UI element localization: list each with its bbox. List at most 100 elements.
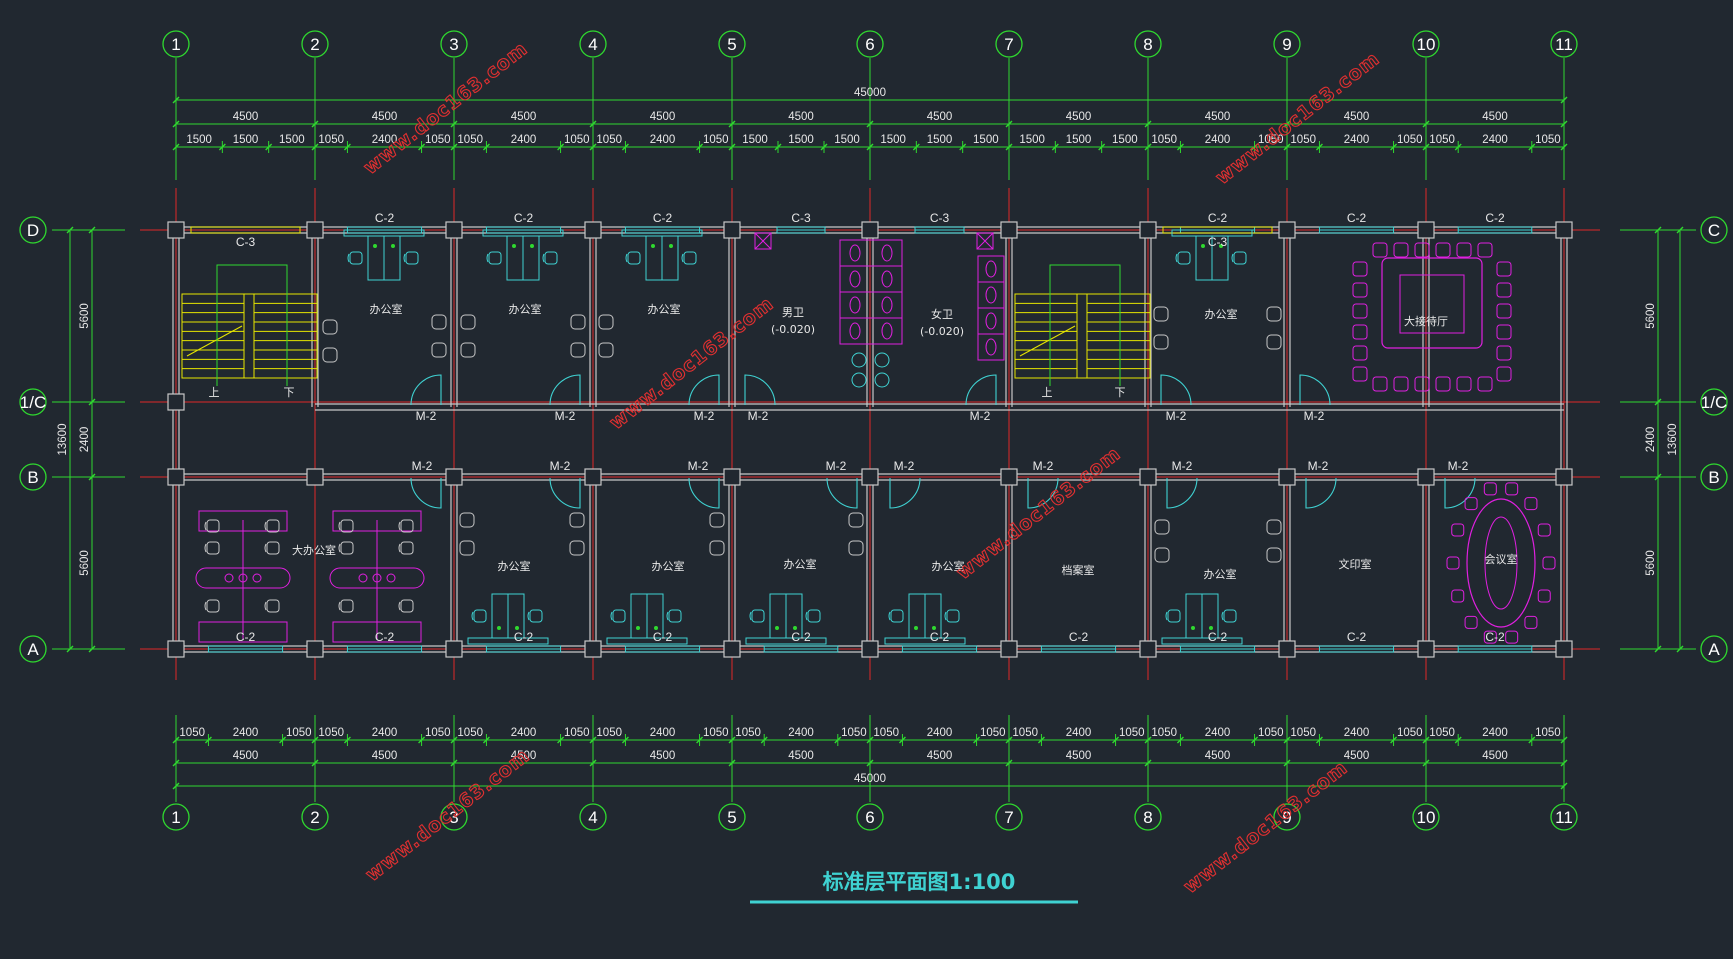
meeting-chair-12 <box>1524 497 1538 511</box>
dim-top-detail-label-15: 1500 <box>880 134 906 146</box>
furn-office-4-chair-l <box>1177 251 1191 265</box>
dim-top-detail-label-27: 1050 <box>1429 134 1455 146</box>
furn-office-7-cabinet <box>745 637 827 645</box>
meeting-chair-0 <box>1542 556 1556 570</box>
furn-office-5-chair-l <box>473 609 487 623</box>
drawing-title: 标准层平面图1:100 <box>750 870 1078 904</box>
dim-bottom-detail-label-23: 1050 <box>1258 727 1284 739</box>
door-n-4-label: M-2 <box>748 409 769 423</box>
wc-toilet-f-2 <box>985 312 997 330</box>
dim-bottom-detail-label-5: 1050 <box>425 727 451 739</box>
dim-bottom-detail-label-17: 1050 <box>980 727 1006 739</box>
window-south-2-label: C-2 <box>514 630 534 644</box>
furn-office-2-chair-l-arm <box>486 253 489 263</box>
room-archive: 档案室 <box>1062 563 1095 577</box>
meeting-chair-9 <box>1464 497 1478 511</box>
door-s-9 <box>1444 477 1476 509</box>
sofa-o1-b <box>322 347 338 363</box>
dim-top-bays-label-7: 4500 <box>1205 111 1231 123</box>
furn-office-4-chair-r-arm <box>1231 253 1234 263</box>
column-0-0 <box>167 221 185 239</box>
axis-bubble-right-0-label: C <box>1708 221 1720 240</box>
furn-office-2-plant-r <box>530 244 534 248</box>
dim-top-detail-label-18: 1500 <box>1019 134 1045 146</box>
dim-bottom-bays-label-7: 4500 <box>1205 750 1231 762</box>
meeting-chair-6 <box>1451 589 1465 603</box>
grid-lines <box>140 188 1600 680</box>
meeting-chair-5 <box>1464 615 1478 629</box>
furn-office-8-cabinet <box>884 637 966 645</box>
axis-bubble-bottom-7-label: 7 <box>1004 808 1013 827</box>
dim-bottom-detail-label-25: 2400 <box>1344 727 1370 739</box>
reception-chair-w-1 <box>1352 282 1368 298</box>
sofa-s3-a <box>1154 519 1170 535</box>
axis-bubbles: 11223344556677889910101111D C1/C 1/CB BA A <box>19 30 1728 831</box>
dim-bottom-detail-label-9: 1050 <box>596 727 622 739</box>
sofa-o3-b <box>598 342 614 358</box>
dim-right-total-label-0: 13600 <box>1667 424 1679 456</box>
wc-shaft-x-1 <box>976 232 994 250</box>
dim-top-detail-label-10: 2400 <box>650 134 676 146</box>
oo-r-chair-3 <box>400 599 414 613</box>
stair-west-path-arrow <box>216 264 288 386</box>
wc-stall-m-3 <box>839 317 903 345</box>
dim-top-detail-label-11: 1050 <box>703 134 729 146</box>
furn-office-9-chair-r-arm <box>1221 611 1224 621</box>
column-9-2 <box>1417 468 1435 486</box>
column-8-2 <box>1278 468 1296 486</box>
furn-office-3-chair-l-arm <box>625 253 628 263</box>
drawing-title-text: 标准层平面图1:100 <box>823 870 1016 894</box>
sofa-o2b-a <box>570 314 586 330</box>
axis-bubble-top-10-label: 10 <box>1417 35 1436 54</box>
dim-bottom-bays-label-6: 4500 <box>1066 750 1092 762</box>
wc-stall-m-0 <box>839 239 903 267</box>
column-6-1 <box>1000 640 1018 658</box>
wc-toilet-m-b-2 <box>881 296 893 314</box>
furn-office-9-chair-r <box>1223 609 1237 623</box>
window-south-9-label: C-2 <box>1485 630 1505 644</box>
dim-bottom-detail-label-24: 1050 <box>1290 727 1316 739</box>
wc-shaft-x-0 <box>754 232 772 250</box>
room-men-wc-elevation: (-0.020) <box>771 323 815 336</box>
furn-office-7-chair-l <box>751 609 765 623</box>
watermark-4: www.doc163.com <box>362 744 534 885</box>
doors <box>410 374 1476 509</box>
axis-bubble-top-9-label: 9 <box>1282 35 1291 54</box>
furn-office-2-chair-r-arm <box>542 253 545 263</box>
axis-bubble-top-2-label: 2 <box>310 35 319 54</box>
furn-office-6-chair-l <box>612 609 626 623</box>
dim-bottom-detail-label-29: 1050 <box>1535 727 1561 739</box>
door-n-1 <box>410 374 442 406</box>
room-office-6: 办公室 <box>652 559 685 573</box>
reception-chair-e-2 <box>1496 303 1512 319</box>
sofa-o4b-b <box>1266 334 1282 350</box>
room-office-2: 办公室 <box>509 302 542 316</box>
furn-office-2-plant-l <box>512 244 516 248</box>
sofa-o1-a <box>322 319 338 335</box>
reception-chair-s-1 <box>1393 376 1409 392</box>
dim-right-parts-label-2: 5600 <box>1645 550 1657 576</box>
dim-bottom-total-label-0: 45000 <box>854 773 886 785</box>
column-3-0 <box>584 221 602 239</box>
dim-bottom-detail-label-4: 2400 <box>372 727 398 739</box>
furn-office-2-chair-l <box>488 251 502 265</box>
reception-chair-n-0 <box>1372 242 1388 258</box>
sofa-o1b-a <box>431 314 447 330</box>
dim-bottom-detail-label-21: 1050 <box>1151 727 1177 739</box>
wc-toilet-m-b-0 <box>881 244 893 262</box>
axis-bubble-top-1-label: 1 <box>171 35 180 54</box>
dim-top-detail-label-21: 1050 <box>1151 134 1177 146</box>
door-s-5 <box>889 477 921 509</box>
dim-right-parts-label-1: 2400 <box>1645 427 1657 453</box>
room-men-wc: 男卫 <box>782 306 804 319</box>
room-office-5: 办公室 <box>498 559 531 573</box>
column-0-2 <box>167 468 185 486</box>
column-7-2 <box>1139 468 1157 486</box>
window-north-4-label: C-3 <box>791 211 811 225</box>
wc-stall-f-2 <box>977 307 1005 335</box>
watermark-0: www.doc163.com <box>360 37 532 178</box>
room-office-9: 办公室 <box>1204 567 1237 581</box>
door-n-4 <box>744 374 776 406</box>
column-1-2 <box>306 468 324 486</box>
wc-toilet-m-a-2 <box>849 296 861 314</box>
